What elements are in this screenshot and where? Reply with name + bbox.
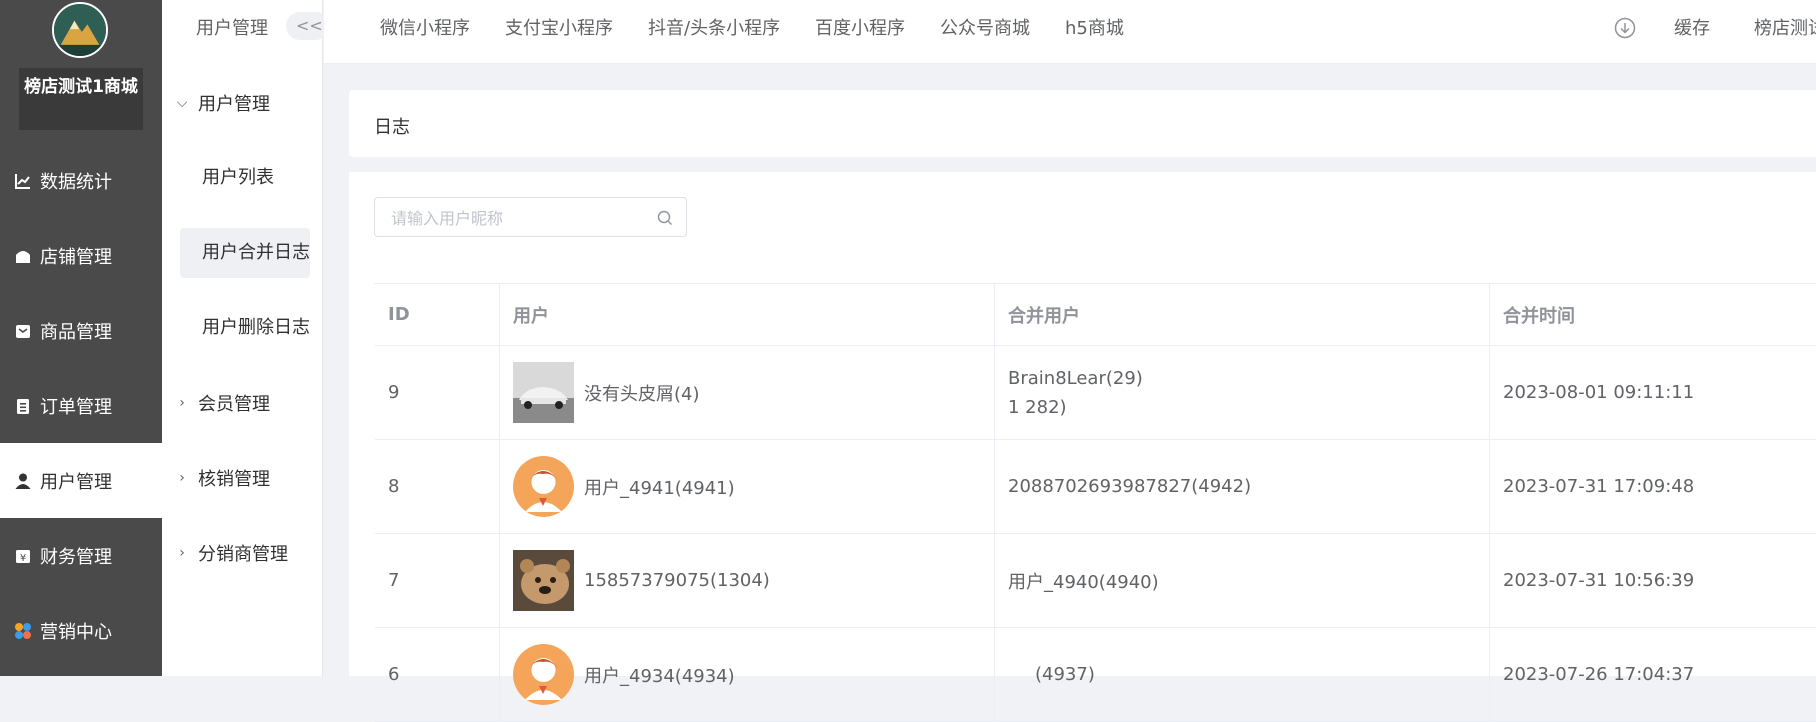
user-name: 没有头皮屑(4) bbox=[584, 383, 700, 405]
cell-merge-time: 2023-07-31 10:56:39 bbox=[1490, 534, 1816, 627]
column-header-merge-time: 合并时间 bbox=[1490, 284, 1816, 345]
group-label: 分销商管理 bbox=[198, 544, 288, 565]
user-name: 15857379075(1304) bbox=[584, 570, 770, 591]
cell-merged-user: (4937) bbox=[995, 628, 1490, 721]
download-icon[interactable] bbox=[1614, 17, 1636, 39]
default-avatar-icon bbox=[513, 456, 574, 517]
sub-sidebar: 用户管理 << ⌵ 用户管理 用户列表 用户合并日志 用户删除日志 › 会员管理… bbox=[162, 0, 330, 676]
sidebar-item-label: 店铺管理 bbox=[40, 246, 112, 268]
cell-merge-time: 2023-08-01 09:11:11 bbox=[1490, 346, 1816, 439]
table-row[interactable]: 6 用户_4934(4934) (4937) 2023-07-26 17:04:… bbox=[375, 628, 1816, 722]
cell-id: 8 bbox=[375, 440, 500, 533]
store-icon bbox=[12, 245, 34, 267]
cell-user: 15857379075(1304) bbox=[500, 534, 995, 627]
group-distributor-management[interactable]: › 分销商管理 bbox=[174, 540, 288, 566]
cell-merge-time: 2023-07-31 17:09:48 bbox=[1490, 440, 1816, 533]
group-label: 会员管理 bbox=[198, 394, 270, 415]
user-icon bbox=[12, 470, 34, 492]
chevron-down-icon: ⌵ bbox=[176, 95, 188, 111]
sidebar-item-label: 数据统计 bbox=[40, 171, 112, 193]
search-box bbox=[374, 197, 687, 237]
sidebar-item-store[interactable]: 店铺管理 bbox=[0, 218, 162, 293]
tab-official-account-mall[interactable]: 公众号商城 bbox=[940, 14, 1030, 40]
chevron-right-icon: › bbox=[179, 470, 185, 486]
table-row[interactable]: 7 15857379075(1304) 用户_4940(4940) 2023-0… bbox=[375, 534, 1816, 628]
cell-merge-time: 2023-07-26 17:04:37 bbox=[1490, 628, 1816, 721]
svg-text:¥: ¥ bbox=[20, 553, 26, 564]
sidebar-item-label: 营销中心 bbox=[40, 621, 112, 643]
mountain-logo-icon bbox=[54, 4, 106, 56]
merge-log-table: ID 用户 合并用户 合并时间 9 没有头皮屑(4) Brain8Lear(29… bbox=[374, 283, 1816, 722]
store-switcher[interactable]: 榜店测试 bbox=[1754, 14, 1816, 40]
default-avatar-icon bbox=[513, 644, 574, 705]
user-name: 用户_4934(4934) bbox=[584, 665, 735, 687]
sub-sidebar-title: 用户管理 bbox=[196, 18, 268, 39]
chevron-right-icon: › bbox=[179, 395, 185, 411]
merged-user-line: Brain8Lear(29) bbox=[1008, 367, 1143, 389]
cell-user: 用户_4941(4941) bbox=[500, 440, 995, 533]
table-header-row: ID 用户 合并用户 合并时间 bbox=[375, 284, 1816, 346]
cell-user: 用户_4934(4934) bbox=[500, 628, 995, 721]
cell-id: 6 bbox=[375, 628, 500, 721]
goods-icon bbox=[12, 320, 34, 342]
subnav-item-user-merge-log[interactable]: 用户合并日志 bbox=[180, 228, 310, 278]
cell-merged-user: Brain8Lear(29) 1 282) bbox=[995, 346, 1490, 439]
tab-alipay-miniprogram[interactable]: 支付宝小程序 bbox=[505, 14, 613, 40]
column-header-user: 用户 bbox=[500, 284, 995, 345]
user-name: 用户_4941(4941) bbox=[584, 477, 735, 499]
sidebar-item-label: 商品管理 bbox=[40, 321, 112, 343]
search-input[interactable] bbox=[389, 207, 649, 229]
table-row[interactable]: 9 没有头皮屑(4) Brain8Lear(29) 1 282) 2023-08… bbox=[375, 346, 1816, 440]
finance-icon: ¥ bbox=[12, 545, 34, 567]
subnav-item-user-delete-log[interactable]: 用户删除日志 bbox=[180, 303, 310, 353]
marketing-icon bbox=[12, 620, 34, 642]
sidebar-item-label: 订单管理 bbox=[40, 396, 112, 418]
sidebar-item-label: 用户管理 bbox=[40, 471, 112, 493]
avatar-car bbox=[513, 362, 574, 423]
column-header-merged-user: 合并用户 bbox=[995, 284, 1490, 345]
sidebar-item-goods[interactable]: 商品管理 bbox=[0, 293, 162, 368]
cell-merged-user: 2088702693987827(4942) bbox=[995, 440, 1490, 533]
table-row[interactable]: 8 用户_4941(4941) 2088702693987827(4942) 2… bbox=[375, 440, 1816, 534]
top-bar: 微信小程序 支付宝小程序 抖音/头条小程序 百度小程序 公众号商城 h5商城 缓… bbox=[324, 0, 1816, 64]
cell-id: 7 bbox=[375, 534, 500, 627]
sidebar-item-finance[interactable]: ¥ 财务管理 bbox=[0, 518, 162, 593]
search-icon[interactable] bbox=[656, 209, 674, 227]
cell-user: 没有头皮屑(4) bbox=[500, 346, 995, 439]
log-card-header: 日志 bbox=[349, 90, 1816, 157]
tab-baidu-miniprogram[interactable]: 百度小程序 bbox=[815, 14, 905, 40]
avatar-bear bbox=[513, 550, 574, 611]
sidebar-item-orders[interactable]: 订单管理 bbox=[0, 368, 162, 443]
sidebar-item-users[interactable]: 用户管理 bbox=[0, 443, 162, 518]
chart-icon bbox=[12, 170, 34, 192]
tab-wechat-miniprogram[interactable]: 微信小程序 bbox=[380, 14, 470, 40]
cell-id: 9 bbox=[375, 346, 500, 439]
cache-button[interactable]: 缓存 bbox=[1674, 14, 1710, 40]
sidebar-item-data-stats[interactable]: 数据统计 bbox=[0, 143, 162, 218]
group-label: 核销管理 bbox=[198, 469, 270, 490]
tab-douyin-miniprogram[interactable]: 抖音/头条小程序 bbox=[648, 14, 780, 40]
group-user-management[interactable]: ⌵ 用户管理 bbox=[174, 90, 270, 116]
page-title: 日志 bbox=[374, 117, 410, 138]
group-member-management[interactable]: › 会员管理 bbox=[174, 390, 270, 416]
column-header-id: ID bbox=[375, 284, 500, 345]
order-icon bbox=[12, 395, 34, 417]
main-sidebar: 榜店测试1商城 数据统计 店铺管理 商品管理 订单管理 用户管理 ¥ 财务管理 … bbox=[0, 0, 162, 676]
sidebar-item-marketing[interactable]: 营销中心 bbox=[0, 593, 162, 668]
store-name: 榜店测试1商城 bbox=[19, 68, 143, 130]
merged-user-line: 1 282) bbox=[1008, 396, 1067, 418]
subnav-item-user-list[interactable]: 用户列表 bbox=[180, 153, 310, 203]
group-label: 用户管理 bbox=[198, 94, 270, 115]
sidebar-item-label: 财务管理 bbox=[40, 546, 112, 568]
tab-h5-mall[interactable]: h5商城 bbox=[1065, 14, 1124, 40]
cell-merged-user: 用户_4940(4940) bbox=[995, 534, 1490, 627]
chevron-right-icon: › bbox=[179, 545, 185, 561]
store-logo[interactable] bbox=[52, 2, 108, 58]
group-verification-management[interactable]: › 核销管理 bbox=[174, 465, 270, 491]
